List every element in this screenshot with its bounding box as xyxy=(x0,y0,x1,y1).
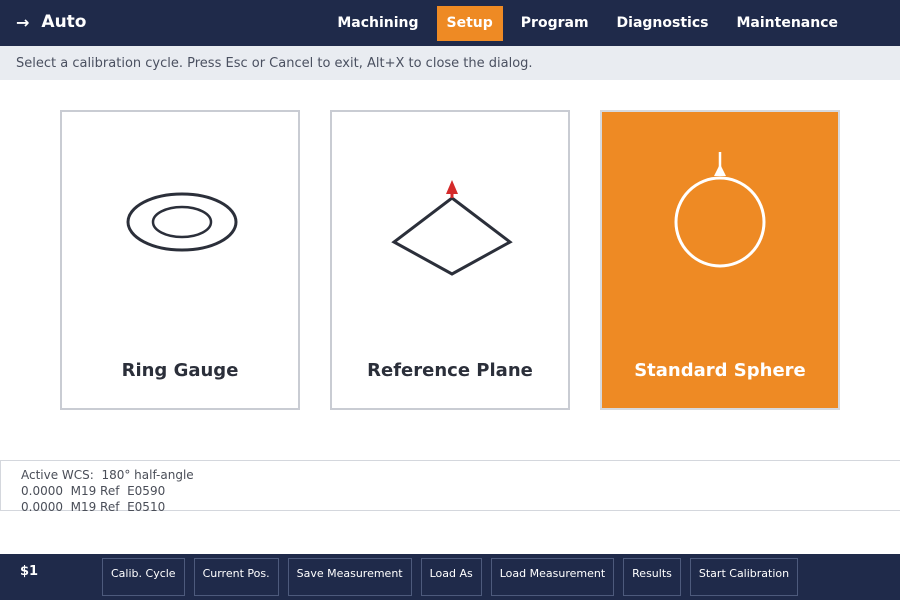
probe-tip-icon xyxy=(446,180,458,194)
info-line: Active WCS: 180° half-angle xyxy=(21,468,194,482)
card-reference-plane[interactable]: Reference Plane xyxy=(330,110,570,410)
tab-program[interactable]: Program xyxy=(511,6,599,41)
card-label: Standard Sphere xyxy=(634,360,806,381)
calib-cycle-button[interactable]: Calib. Cycle xyxy=(102,558,185,596)
status-label: $1 xyxy=(20,564,39,579)
load-measurement-button[interactable]: Load Measurement xyxy=(490,558,615,596)
start-calibration-button[interactable]: Start Calibration xyxy=(689,558,799,596)
arrow-right-icon: → xyxy=(16,12,30,32)
tab-diagnostics[interactable]: Diagnostics xyxy=(607,6,719,41)
load-as-button[interactable]: Load As xyxy=(420,558,482,596)
tab-machining[interactable]: Machining xyxy=(327,6,428,41)
bottom-bar: $1 Calib. Cycle Current Pos. Save Measur… xyxy=(0,554,900,600)
card-label: Ring Gauge xyxy=(121,360,239,381)
info-line: 0.0000 M19 Ref E0590 xyxy=(21,484,166,498)
card-label: Reference Plane xyxy=(367,360,533,381)
main-tabs: Machining Setup Program Diagnostics Main… xyxy=(323,6,900,41)
current-pos-button[interactable]: Current Pos. xyxy=(193,558,279,596)
card-standard-sphere[interactable]: Standard Sphere xyxy=(600,110,840,410)
mode-label: Auto xyxy=(41,12,87,32)
results-button[interactable]: Results xyxy=(623,558,681,596)
tab-setup[interactable]: Setup xyxy=(436,6,503,41)
top-bar: → Auto Machining Setup Program Diagnosti… xyxy=(0,0,900,46)
info-line: 0.0000 M19 Ref E0510 xyxy=(21,500,166,514)
info-panel: Active WCS: 180° half-angle 0.0000 M19 R… xyxy=(0,460,900,514)
tab-maintenance[interactable]: Maintenance xyxy=(726,6,848,41)
softkey-bar: Calib. Cycle Current Pos. Save Measureme… xyxy=(102,558,807,596)
card-ring-gauge[interactable]: Ring Gauge xyxy=(60,110,300,410)
save-measurement-button[interactable]: Save Measurement xyxy=(287,558,412,596)
hint-bar: Select a calibration cycle. Press Esc or… xyxy=(0,46,900,80)
mode-indicator: → Auto xyxy=(16,12,86,32)
